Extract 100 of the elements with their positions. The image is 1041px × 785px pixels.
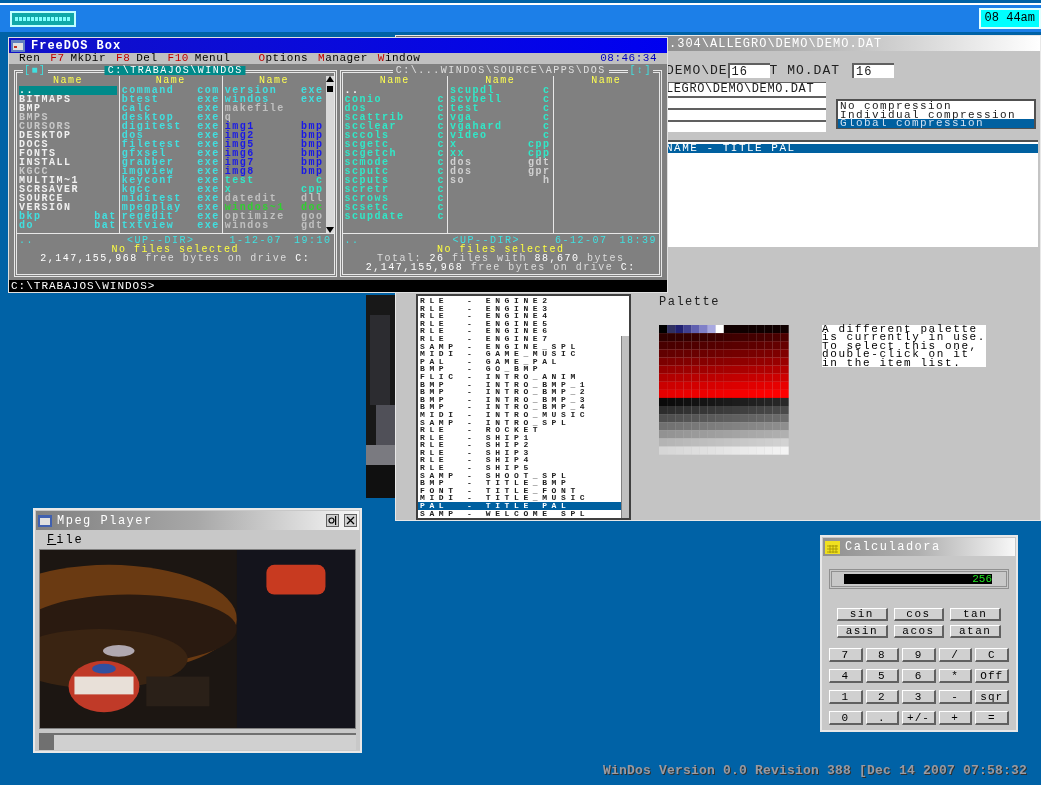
list-item[interactable]: SAMP - INTRO_SPL [418,418,621,427]
calculator-key[interactable]: Off [975,669,1009,683]
list-item[interactable]: MIDI - INTRO_MUSIC [418,410,621,419]
progress-bar[interactable] [39,733,356,750]
list-item[interactable]: RLE - SHIP1 [418,433,621,442]
file-name[interactable]: bkp [19,212,93,221]
list-item[interactable]: Global compression [838,119,1034,128]
file-name[interactable]: calc [121,104,196,113]
file-name[interactable]: scattrib [344,113,436,122]
file-name[interactable]: BMPS [19,113,117,122]
file-name[interactable]: scclear [344,122,436,131]
file-name[interactable]: BMP [19,104,117,113]
list-item[interactable]: SAMP - SHOOT_SPL [418,471,621,480]
file-name[interactable]: scputc [344,167,436,176]
calculator-key[interactable]: 8 [865,648,900,662]
input-field[interactable]: 16 [852,63,895,78]
scrollbar[interactable] [621,336,629,518]
file-name[interactable]: scsetc [344,203,436,212]
file-name[interactable]: txtview [121,221,196,230]
file-name[interactable]: img7 [224,158,299,167]
calculator-key[interactable]: - [938,690,973,704]
input-field[interactable]: LEGRO\DEMO\DEMO.DAT [666,82,826,96]
list-item[interactable]: PAL - TITLE PAL [418,502,621,510]
file-name[interactable]: DESKTOP [19,131,117,140]
file-name[interactable]: command [121,86,196,95]
file-name[interactable]: windos [224,95,299,104]
file-name[interactable]: dos [450,167,526,176]
file-name[interactable]: keyconf [121,176,196,185]
calculator-key[interactable]: + [938,711,973,725]
file-name[interactable]: conio [344,95,436,104]
list-item[interactable]: RLE - ENGINE3 [418,304,621,313]
list-item[interactable]: RLE - ROCKET [418,426,621,434]
list-item[interactable]: RLE - ENGINE4 [418,312,621,320]
file-name[interactable]: FONTS [19,149,117,158]
compression-list[interactable]: No compression Individual compression Global compression [836,99,1036,129]
list-item[interactable]: RLE - ENGINE5 [418,319,621,328]
file-name[interactable]: scvbell [450,95,541,104]
minimize-button[interactable] [326,514,339,527]
list-item[interactable]: PAL - GAME_PAL [418,357,621,366]
file-name[interactable]: xx [450,149,526,158]
file-name[interactable]: optimize [224,212,299,221]
list-item[interactable]: FONT - TITLE_FONT [418,486,621,495]
calculator-key[interactable]: / [938,648,973,662]
file-name[interactable]: img1 [224,122,299,131]
file-name[interactable]: datedit [224,194,299,203]
file-name[interactable]: gfxsel [121,149,196,158]
list-item[interactable]: SAMP - WELCOME SPL [418,509,621,518]
file-name[interactable]: KGCC [19,167,117,176]
function-key[interactable]: acos [893,625,945,638]
file-name[interactable]: scmode [344,158,436,167]
file-name[interactable]: btest [121,95,196,104]
calculator-key[interactable]: C [975,648,1009,662]
file-name[interactable]: do [19,221,93,230]
calculator-key[interactable]: = [975,711,1009,725]
file-name[interactable]: img8 [224,167,299,176]
file-name[interactable]: x [224,185,299,194]
menu-item[interactable]: Del [136,53,158,64]
calculator-key[interactable]: 5 [865,669,900,683]
object-list[interactable] [416,294,631,520]
file-name[interactable]: dos [450,158,526,167]
list-item[interactable]: BMP - TITLE_BMP [418,479,621,487]
file-name[interactable]: dos [344,104,436,113]
calculator-key[interactable]: 9 [902,648,936,662]
file-name[interactable]: scgetc [344,140,436,149]
calculator-key[interactable]: * [938,669,973,683]
scroll-thumb[interactable] [326,86,333,92]
menu-item[interactable]: F ile [47,531,84,549]
file-name[interactable]: mpegplay [121,203,196,212]
calculator-key[interactable]: . [865,711,900,725]
file-name[interactable]: dos [121,131,196,140]
calculator-key[interactable]: 4 [829,669,863,683]
calculator-key[interactable]: 6 [902,669,936,683]
list-item[interactable]: RLE - ENGINE2 [418,297,621,305]
file-name[interactable]: kgcc [121,185,196,194]
file-name[interactable]: imgview [121,167,196,176]
list-item[interactable]: MIDI - TITLE_MUSIC [418,494,621,503]
menu-item[interactable]: MkDir [70,53,107,64]
list-item[interactable]: RLE - SHIP3 [418,448,621,457]
list-item[interactable]: RLE - SHIP5 [418,464,621,472]
menu-item[interactable]: Ren [19,53,41,64]
file-name[interactable]: BITMAPS [19,95,117,104]
file-name[interactable]: version [224,86,299,95]
file-name[interactable]: vga [450,113,541,122]
file-name[interactable]: test [450,104,541,113]
file-name[interactable]: filetest [121,140,196,149]
list-item[interactable]: No compression [838,102,1034,111]
scrollbar[interactable] [325,76,334,233]
file-name[interactable]: scputs [344,176,436,185]
file-name[interactable]: SOURCE [19,194,117,203]
menu-item[interactable]: Options [258,53,309,64]
file-name[interactable]: .. [19,86,117,95]
close-button[interactable] [344,514,357,527]
input-field[interactable] [666,108,826,120]
file-name[interactable]: digitest [121,122,196,131]
list-item[interactable]: RLE - SHIP2 [418,441,621,449]
input-field[interactable] [666,120,826,132]
file-name[interactable]: so [450,176,541,185]
calculator-key[interactable]: 7 [829,648,863,662]
file-name[interactable]: scupdl [450,86,541,95]
list-item[interactable]: BMP - INTRO_BMP_1 [418,380,621,389]
